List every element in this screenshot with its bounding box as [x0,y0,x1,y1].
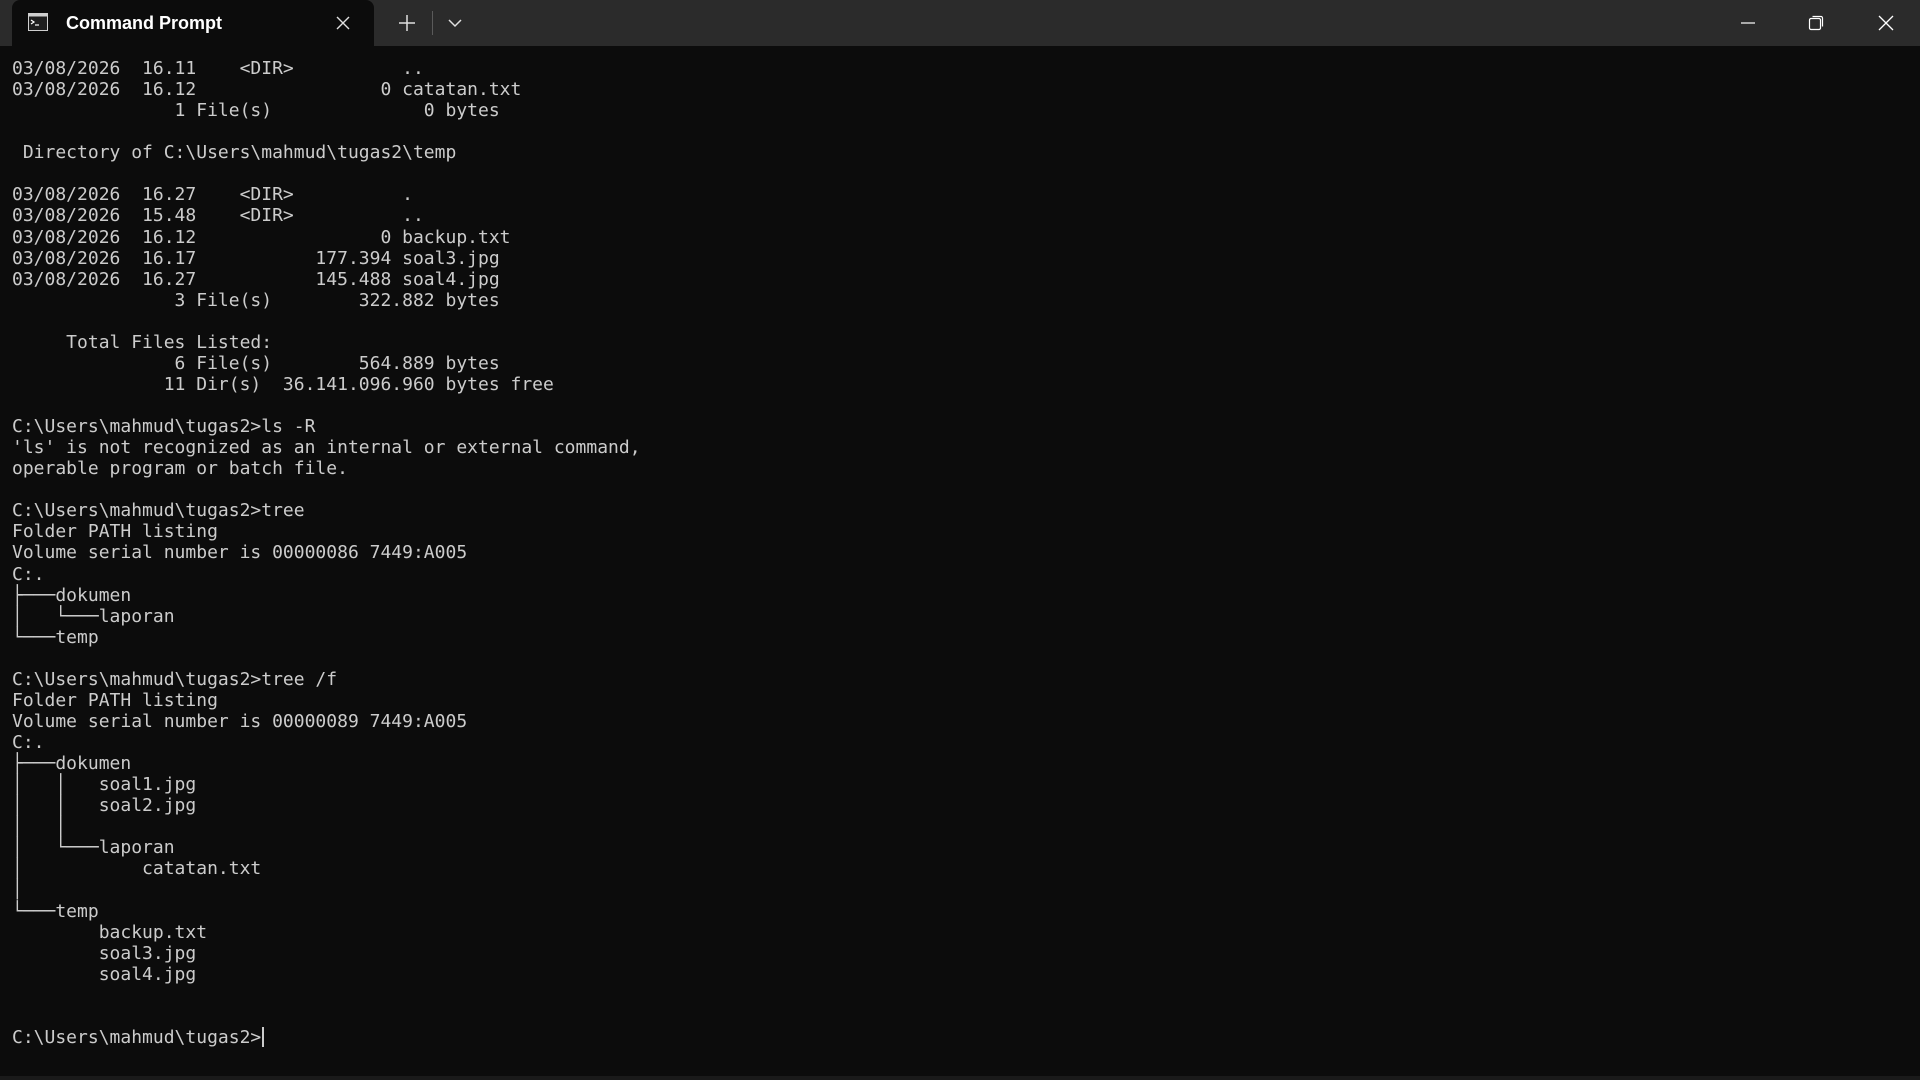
terminal-line: 03/08/2026 16.17 177.394 soal3.jpg [12,247,500,269]
terminal-line: └───temp [12,900,99,922]
terminal-line: │ └───laporan [12,605,175,627]
tab-command-prompt[interactable]: Command Prompt [12,0,374,46]
close-window-button[interactable] [1852,0,1920,46]
terminal-line: soal3.jpg [12,942,197,964]
maximize-button[interactable] [1782,0,1850,46]
terminal-line: │ [12,879,23,901]
minimize-button[interactable] [1714,0,1782,46]
terminal-line: ├───dokumen [12,584,132,606]
title-bar[interactable]: Command Prompt [0,0,1920,46]
terminal-line: Volume serial number is 00000086 7449:A0… [12,542,468,564]
window-bottom-edge [0,1076,1920,1080]
restore-icon [1808,15,1824,31]
terminal-line: 03/08/2026 16.27 <DIR> . [12,184,413,206]
terminal-line: 03/08/2026 16.12 0 catatan.txt [12,79,522,101]
terminal-line: C:\Users\mahmud\tugas2> [12,1026,262,1048]
terminal-line: │ │ [12,816,67,838]
terminal-line: soal4.jpg [12,963,197,985]
command-prompt-icon [28,13,48,31]
terminal-line: 03/08/2026 16.27 145.488 soal4.jpg [12,268,500,290]
terminal-line: C:\Users\mahmud\tugas2>ls -R [12,416,316,438]
terminal-line: 03/08/2026 16.12 0 backup.txt [12,226,511,248]
close-icon [1878,15,1894,31]
terminal-line: 3 File(s) 322.882 bytes [12,289,500,311]
terminal-line: 1 File(s) 0 bytes [12,100,500,122]
tab-divider [432,11,433,35]
terminal-line: │ │ soal2.jpg [12,795,197,817]
terminal-text[interactable]: 03/08/2026 16.11 <DIR> .. 03/08/2026 16.… [12,58,641,1048]
terminal-line: Folder PATH listing [12,521,218,543]
tab-title: Command Prompt [66,13,223,33]
terminal-line: │ │ soal1.jpg [12,774,197,796]
chevron-down-icon[interactable] [440,8,470,38]
terminal-line: └───temp [12,626,99,648]
terminal-line: C:. [12,563,45,585]
close-tab-icon[interactable] [331,11,355,35]
terminal-line: Directory of C:\Users\mahmud\tugas2\temp [12,142,457,164]
text-cursor [262,1026,265,1047]
terminal-line: Volume serial number is 00000089 7449:A0… [12,710,468,732]
minimize-icon [1741,22,1755,24]
new-tab-plus-icon[interactable] [392,8,422,38]
terminal-line: 11 Dir(s) 36.141.096.960 bytes free [12,373,554,395]
terminal-window: Command Prompt 03/08/2026 16.11 <DIR> ..… [0,0,1920,1080]
terminal-line: backup.txt [12,921,208,943]
terminal-line: Folder PATH listing [12,689,218,711]
terminal-line: │ catatan.txt [12,858,262,880]
terminal-line: 6 File(s) 564.889 bytes [12,352,500,374]
terminal-line: Total Files Listed: [12,331,273,353]
terminal-line: C:. [12,732,45,753]
terminal-line: operable program or batch file. [12,458,348,480]
terminal-line: C:\Users\mahmud\tugas2>tree [12,500,305,522]
terminal-line: 03/08/2026 16.11 <DIR> .. [12,58,424,79]
terminal-line: C:\Users\mahmud\tugas2>tree /f [12,668,338,690]
terminal-line: 03/08/2026 15.48 <DIR> .. [12,205,424,227]
terminal-line: │ └───laporan [12,837,175,859]
terminal-output-area[interactable]: 03/08/2026 16.11 <DIR> .. 03/08/2026 16.… [0,46,1906,1080]
terminal-line: 'ls' is not recognized as an internal or… [12,437,641,459]
terminal-line: ├───dokumen [12,753,132,775]
